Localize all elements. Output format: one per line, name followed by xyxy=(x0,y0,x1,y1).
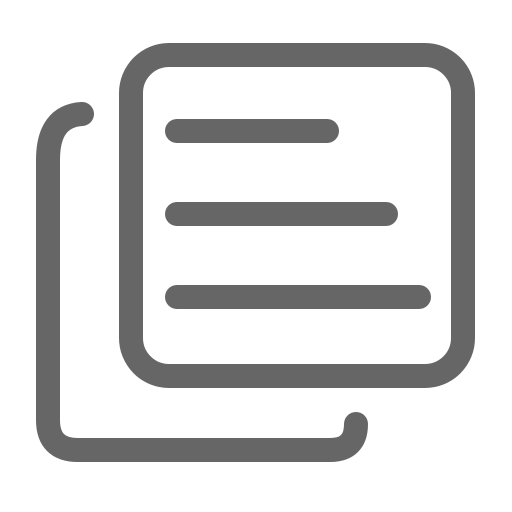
icon-canvas xyxy=(0,0,512,512)
back-sheet-outline xyxy=(36,102,368,462)
copy-document-icon xyxy=(36,43,475,462)
